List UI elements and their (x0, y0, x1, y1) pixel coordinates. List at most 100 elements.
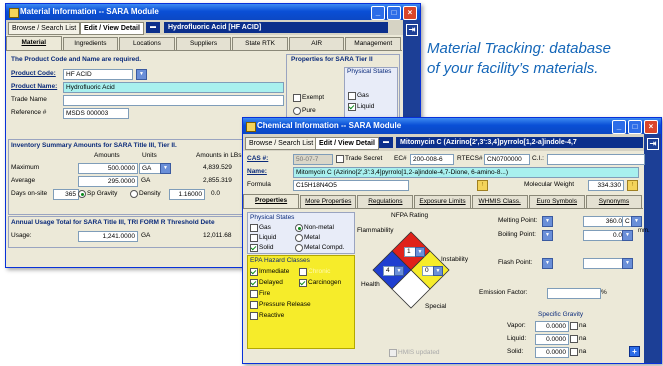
vapor-input[interactable]: 0.0000 (535, 321, 569, 332)
density-radio[interactable] (130, 190, 138, 198)
chronic-checkbox[interactable] (299, 268, 307, 276)
liquid-na-checkbox[interactable] (570, 335, 578, 343)
formula-lookup-icon[interactable]: ! (477, 180, 488, 191)
solid-na-checkbox[interactable] (570, 348, 578, 356)
side-navigate-icon[interactable]: ⇥ (406, 24, 418, 36)
tab-management[interactable]: Management (345, 37, 402, 50)
metal-radio[interactable] (295, 234, 303, 242)
gas-label: Gas (259, 224, 271, 231)
molecular-weight-lookup-icon[interactable]: ! (627, 180, 638, 191)
average-label: Average (11, 177, 36, 184)
average-input[interactable]: 295.0000 (78, 176, 138, 187)
back-window-title: Material Information -- SARA Module (20, 7, 159, 16)
side-navigate-icon[interactable]: ⇥ (647, 138, 659, 150)
tier2-title: Properties for SARA Tier II (291, 56, 373, 63)
gravity-trailing-value: 0.0 (211, 190, 221, 197)
melting-point-dropdown-icon[interactable]: ▼ (542, 216, 553, 227)
formula-input[interactable]: C15H18N4O5 (293, 180, 409, 191)
trade-secret-checkbox[interactable] (336, 155, 344, 163)
close-button[interactable]: × (644, 120, 658, 134)
vapor-label: Vapor: (507, 322, 526, 329)
tier2-gas-checkbox[interactable] (348, 92, 356, 100)
liquid-sg-input[interactable]: 0.0000 (535, 334, 569, 345)
non-metal-radio[interactable] (295, 224, 303, 232)
tab-ingredients[interactable]: Ingredients (62, 37, 119, 50)
tab-more-properties[interactable]: More Properties (300, 195, 357, 208)
fire-checkbox[interactable] (250, 290, 258, 298)
tab-exposure-limits[interactable]: Exposure Limits (414, 195, 471, 208)
trade-name-input[interactable] (63, 95, 284, 106)
pure-radio[interactable] (293, 107, 301, 115)
tab-regulations[interactable]: Regulations (357, 195, 414, 208)
minimize-button[interactable]: _ (371, 6, 385, 20)
gas-checkbox[interactable] (250, 224, 258, 232)
maximum-unit-dropdown-icon[interactable]: ▼ (160, 163, 171, 174)
tab-material[interactable]: Material (6, 36, 62, 50)
edit-view-detail-tab[interactable]: Edit / View Detail (80, 22, 144, 35)
days-onsite-input[interactable]: 365 (53, 189, 79, 200)
tab-locations[interactable]: Locations (119, 37, 175, 50)
molecular-weight-input[interactable]: 334.330 (588, 180, 624, 191)
pressure-release-checkbox[interactable] (250, 301, 258, 309)
exempt-checkbox[interactable] (293, 94, 301, 102)
gravity-input[interactable]: 1.16000 (169, 189, 205, 200)
melting-unit-dropdown-icon[interactable]: ▼ (631, 216, 642, 227)
melting-point-input[interactable]: 360.0 (583, 216, 625, 227)
tab-euro-symbols[interactable]: Euro Symbols (528, 195, 585, 208)
minimize-button[interactable]: _ (612, 120, 626, 134)
flash-point-input[interactable] (583, 258, 625, 269)
carcinogen-checkbox[interactable] (299, 279, 307, 287)
app-icon (9, 8, 19, 18)
vapor-na-label: na (579, 322, 587, 329)
front-window-titlebar[interactable]: Chemical Information -- SARA Module _ □ … (243, 118, 661, 134)
tab-suppliers[interactable]: Suppliers (175, 37, 232, 50)
tier2-liquid-checkbox[interactable] (348, 103, 356, 111)
back-window-titlebar[interactable]: Material Information -- SARA Module _ □ … (6, 4, 420, 20)
edit-view-detail-tab[interactable]: Edit / View Detail (315, 137, 379, 150)
product-name-input[interactable]: Hydrofluoric Acid (63, 82, 284, 93)
tab-whmis-class[interactable]: WHMIS Class. (471, 195, 528, 208)
boiling-point-dropdown-icon[interactable]: ▼ (542, 230, 553, 241)
maximum-lbs-value: 4,839.529 (203, 164, 232, 171)
metal-compd-radio[interactable] (295, 244, 303, 252)
name-input[interactable]: Mitomycin C (Azirino[2',3':3,4]pyrrolo[1… (293, 167, 639, 178)
maximize-button[interactable]: □ (628, 120, 642, 134)
maximum-input[interactable]: 500.0000 (78, 163, 138, 174)
flammability-dropdown-icon[interactable]: ▼ (415, 247, 425, 257)
product-code-input[interactable]: HF ACID (63, 69, 133, 80)
flash-point-dropdown-icon[interactable]: ▼ (542, 258, 553, 269)
instability-dropdown-icon[interactable]: ▼ (433, 266, 443, 276)
ci-input[interactable] (547, 154, 645, 165)
tab-synonyms[interactable]: Synonyms (585, 195, 642, 208)
vapor-na-checkbox[interactable] (570, 322, 578, 330)
liquid-checkbox[interactable] (250, 234, 258, 242)
boiling-unit-dropdown-icon[interactable]: ▼ (622, 230, 633, 241)
boiling-point-input[interactable]: 0.0 (583, 230, 625, 241)
health-dropdown-icon[interactable]: ▼ (394, 266, 404, 276)
tab-air[interactable]: AIR (288, 37, 345, 50)
solid-checkbox[interactable] (250, 244, 258, 252)
expand-plus-icon[interactable]: + (629, 346, 640, 357)
emission-factor-input[interactable] (547, 288, 601, 299)
melting-point-label: Melting Point: (498, 217, 538, 224)
reference-input[interactable]: MSDS 000003 (63, 108, 129, 119)
maximize-button[interactable]: □ (387, 6, 401, 20)
sp-gravity-radio[interactable] (78, 190, 86, 198)
delayed-checkbox[interactable] (250, 279, 258, 287)
product-code-dropdown-icon[interactable]: ▼ (136, 69, 147, 80)
hmis-updated-checkbox[interactable] (389, 349, 397, 357)
cas-input[interactable]: 50-07-7 (293, 154, 333, 165)
tab-state-rtk[interactable]: State RTK (232, 37, 288, 50)
close-button[interactable]: × (403, 6, 417, 20)
browse-search-list-tab[interactable]: Browse / Search List (245, 137, 318, 150)
reactive-checkbox[interactable] (250, 312, 258, 320)
tab-properties[interactable]: Properties (243, 194, 300, 208)
rtecs-input[interactable]: CN0700000 (484, 154, 530, 165)
solid-sg-label: Solid: (507, 348, 524, 355)
ec-input[interactable]: 200-008-6 (410, 154, 454, 165)
immediate-checkbox[interactable] (250, 268, 258, 276)
flash-unit-dropdown-icon[interactable]: ▼ (622, 258, 633, 269)
browse-search-list-tab[interactable]: Browse / Search List (8, 22, 81, 35)
solid-sg-input[interactable]: 0.0000 (535, 347, 569, 358)
usage-input[interactable]: 1,241.0000 (78, 231, 138, 242)
